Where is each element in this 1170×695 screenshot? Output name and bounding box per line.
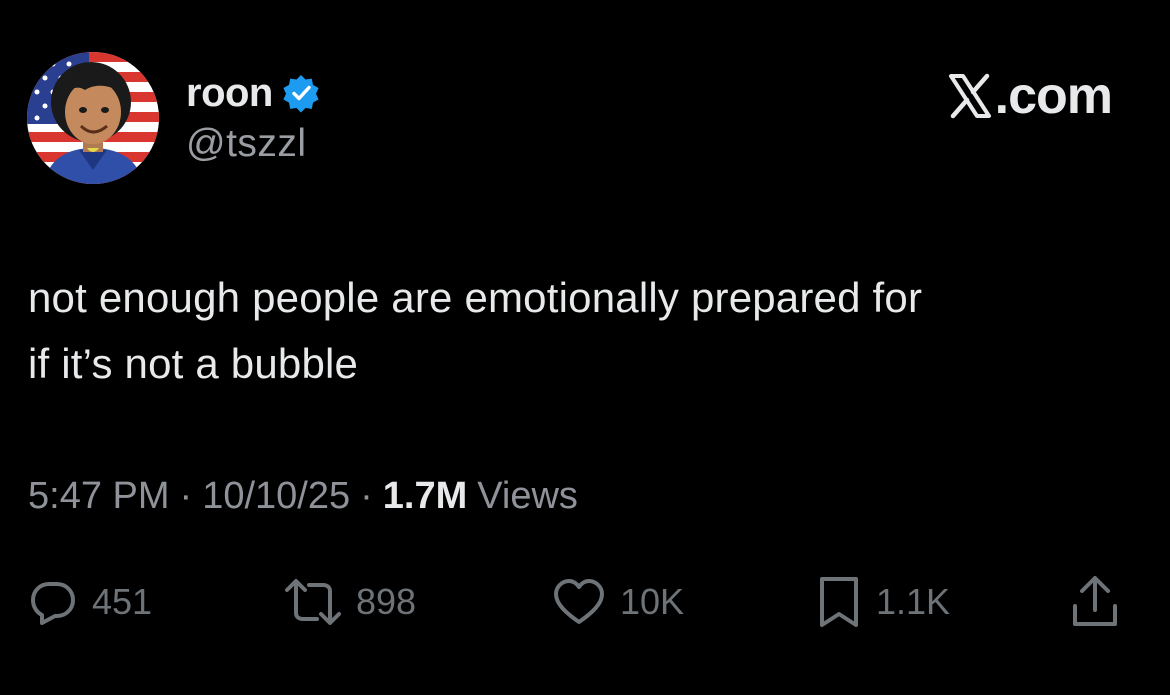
avatar[interactable] [27,52,159,184]
brand-label: .com [994,67,1113,125]
tweet-text-line: not enough people are emotionally prepar… [28,274,923,321]
tweet-time[interactable]: 5:47 PM [28,475,170,518]
brand-watermark: .com [947,66,1113,126]
meta-separator: · [179,475,193,517]
author-display-name[interactable]: roon [186,70,273,116]
author-info: roon @tszzl [186,70,321,170]
action-bar: 451 898 10K 1.1K [28,572,1132,632]
author-handle[interactable]: @tszzl [186,118,321,170]
tweet-text: not enough people are emotionally prepar… [28,265,1138,397]
bookmark-icon [820,577,858,627]
repost-icon [285,579,341,625]
repost-count: 898 [356,581,417,622]
like-button[interactable]: 10K [552,572,684,632]
views-label: Views [477,475,578,517]
author-name-row: roon [186,70,321,116]
reply-count: 451 [92,581,153,622]
verified-badge-icon [281,73,321,113]
share-icon [1073,576,1117,626]
share-button[interactable] [1070,572,1120,632]
x-logo-icon [948,73,991,119]
tweet-card: roon @tszzl .com not enough people are e… [0,0,1170,695]
meta-separator: · [360,475,373,517]
like-count: 10K [620,581,685,622]
avatar-image [27,52,159,184]
heart-icon [554,579,604,624]
views-count[interactable]: 1.7M [383,475,467,518]
tweet-date[interactable]: 10/10/25 [202,475,350,518]
tweet-text-line: if it’s not a bubble [28,340,359,387]
reply-icon [31,582,75,625]
reply-button[interactable]: 451 [28,572,152,632]
bookmark-button[interactable]: 1.1K [816,572,950,632]
bookmark-count: 1.1K [876,581,951,622]
tweet-meta: 5:47 PM · 10/10/25 · 1.7M Views [28,475,578,518]
repost-button[interactable]: 898 [284,572,416,632]
